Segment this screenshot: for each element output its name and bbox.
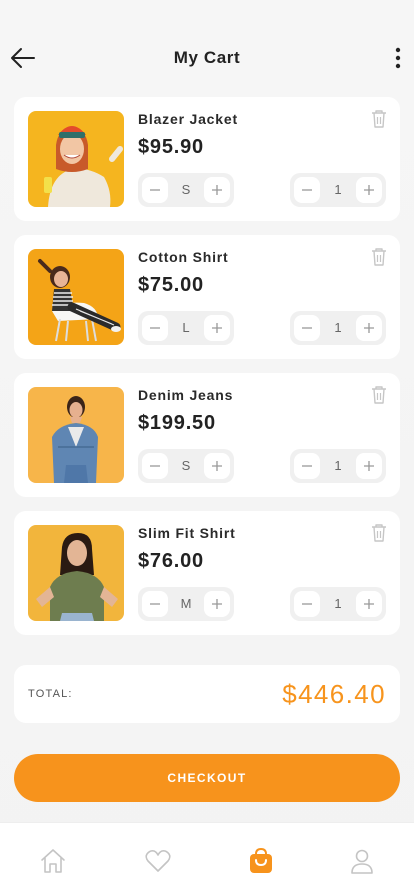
size-decrease-button[interactable] (142, 453, 168, 479)
header: My Cart (0, 36, 414, 80)
minus-icon (150, 327, 160, 329)
product-price: $199.50 (138, 412, 216, 434)
minus-icon (302, 465, 312, 467)
quantity-increase-button[interactable] (356, 453, 382, 479)
tab-home[interactable] (39, 847, 67, 875)
minus-icon (150, 465, 160, 467)
tab-profile[interactable] (348, 847, 376, 875)
size-value: S (181, 458, 191, 473)
delete-item-button[interactable] (370, 385, 388, 405)
bottom-tab-bar (0, 822, 414, 896)
plus-icon (364, 461, 374, 471)
quantity-value: 1 (334, 320, 342, 335)
quantity-increase-button[interactable] (356, 315, 382, 341)
size-selector: M (138, 587, 234, 621)
size-selector: L (138, 311, 234, 345)
minus-icon (150, 603, 160, 605)
plus-icon (364, 599, 374, 609)
cart-item-list: Blazer Jacket $95.90 S 1 Cotton Shirt $7… (14, 97, 400, 649)
cart-item: Blazer Jacket $95.90 S 1 (14, 97, 400, 221)
delete-item-button[interactable] (370, 523, 388, 543)
user-icon (351, 849, 373, 874)
tab-favorites[interactable] (144, 847, 172, 875)
delete-item-button[interactable] (370, 109, 388, 129)
quantity-decrease-button[interactable] (294, 591, 320, 617)
size-increase-button[interactable] (204, 591, 230, 617)
product-image (28, 525, 124, 621)
plus-icon (364, 185, 374, 195)
product-name: Slim Fit Shirt (138, 525, 236, 541)
quantity-stepper: 1 (290, 587, 386, 621)
minus-icon (150, 189, 160, 191)
cart-item: Slim Fit Shirt $76.00 M 1 (14, 511, 400, 635)
product-image (28, 111, 124, 207)
quantity-decrease-button[interactable] (294, 177, 320, 203)
product-image (28, 387, 124, 483)
quantity-increase-button[interactable] (356, 591, 382, 617)
total-label: TOTAL: (28, 688, 73, 700)
size-decrease-button[interactable] (142, 315, 168, 341)
quantity-stepper: 1 (290, 311, 386, 345)
size-selector: S (138, 173, 234, 207)
product-price: $76.00 (138, 550, 204, 572)
size-increase-button[interactable] (204, 177, 230, 203)
shopping-bag-icon (250, 847, 272, 873)
cart-item: Denim Jeans $199.50 S 1 (14, 373, 400, 497)
size-decrease-button[interactable] (142, 177, 168, 203)
trash-icon (372, 110, 386, 128)
heart-icon (145, 850, 171, 872)
size-selector: S (138, 449, 234, 483)
product-name: Cotton Shirt (138, 249, 229, 265)
product-price: $75.00 (138, 274, 204, 296)
size-decrease-button[interactable] (142, 591, 168, 617)
size-increase-button[interactable] (204, 453, 230, 479)
trash-icon (372, 386, 386, 404)
checkout-button[interactable]: CHECKOUT (14, 754, 400, 802)
size-value: L (182, 320, 190, 335)
minus-icon (302, 603, 312, 605)
plus-icon (212, 185, 222, 195)
more-options-button[interactable] (392, 46, 404, 70)
size-value: M (180, 596, 192, 611)
delete-item-button[interactable] (370, 247, 388, 267)
trash-icon (372, 524, 386, 542)
quantity-decrease-button[interactable] (294, 315, 320, 341)
product-price: $95.90 (138, 136, 204, 158)
quantity-increase-button[interactable] (356, 177, 382, 203)
plus-icon (212, 461, 222, 471)
quantity-value: 1 (334, 182, 342, 197)
quantity-stepper: 1 (290, 449, 386, 483)
size-value: S (181, 182, 191, 197)
plus-icon (364, 323, 374, 333)
tab-cart[interactable] (247, 847, 275, 875)
quantity-stepper: 1 (290, 173, 386, 207)
minus-icon (302, 327, 312, 329)
plus-icon (212, 599, 222, 609)
trash-icon (372, 248, 386, 266)
size-increase-button[interactable] (204, 315, 230, 341)
quantity-value: 1 (334, 458, 342, 473)
page-title: My Cart (173, 48, 241, 67)
quantity-decrease-button[interactable] (294, 453, 320, 479)
cart-item: Cotton Shirt $75.00 L 1 (14, 235, 400, 359)
home-icon (41, 849, 65, 873)
total-value: $446.40 (282, 679, 386, 709)
order-total: TOTAL: $446.40 (14, 665, 400, 723)
product-name: Denim Jeans (138, 387, 234, 403)
product-image (28, 249, 124, 345)
plus-icon (212, 323, 222, 333)
quantity-value: 1 (334, 596, 342, 611)
more-vertical-icon (395, 47, 401, 69)
product-name: Blazer Jacket (138, 111, 238, 127)
minus-icon (302, 189, 312, 191)
